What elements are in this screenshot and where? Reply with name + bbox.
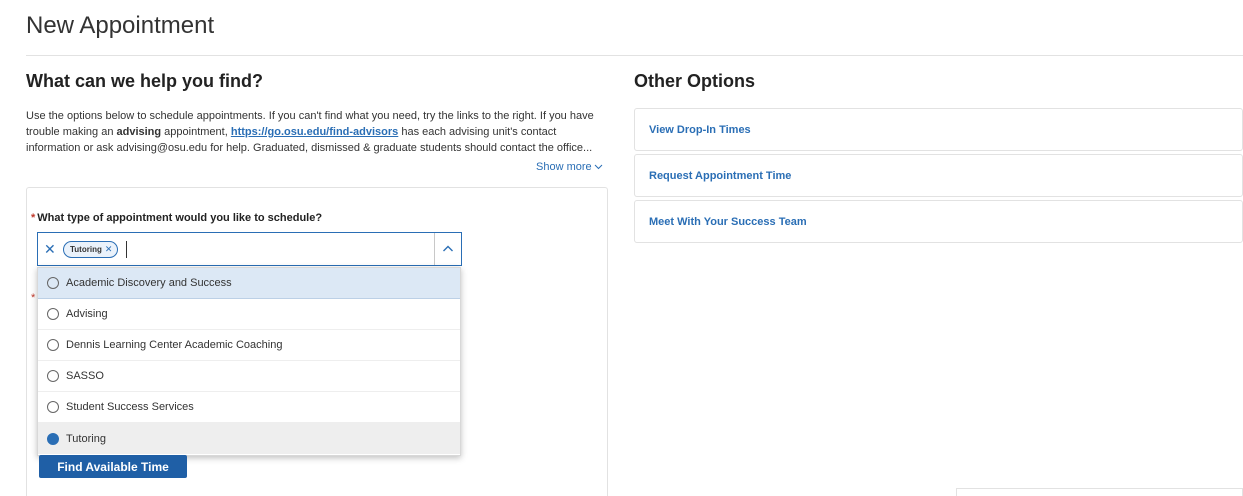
option-sasso[interactable]: SASSO xyxy=(38,361,460,392)
request-appointment-time-link[interactable]: Request Appointment Time xyxy=(634,154,1243,197)
radio-icon xyxy=(47,370,59,382)
appointment-type-dropdown: Academic Discovery and Success Advising … xyxy=(37,267,461,456)
appointment-type-select[interactable]: ✕ Tutoring ✕ xyxy=(37,232,462,266)
radio-icon xyxy=(47,277,59,289)
option-student-success-services[interactable]: Student Success Services xyxy=(38,392,460,423)
chevron-down-icon xyxy=(594,162,603,172)
meet-success-team-link[interactable]: Meet With Your Success Team xyxy=(634,200,1243,243)
radio-icon xyxy=(47,339,59,351)
option-tutoring[interactable]: Tutoring xyxy=(38,423,460,454)
option-label: Tutoring xyxy=(66,432,106,445)
option-label: Advising xyxy=(66,308,108,320)
show-more-link[interactable]: Show more xyxy=(536,161,603,173)
chip-label: Tutoring xyxy=(70,245,102,254)
option-label: Dennis Learning Center Academic Coaching xyxy=(66,339,283,351)
chip-remove-icon[interactable]: ✕ xyxy=(105,244,113,254)
show-more-label: Show more xyxy=(536,161,592,173)
help-text: Use the options below to schedule appoin… xyxy=(26,108,610,156)
option-dennis-learning-center[interactable]: Dennis Learning Center Academic Coaching xyxy=(38,330,460,361)
selected-chip[interactable]: Tutoring ✕ xyxy=(63,241,119,258)
help-text-mid: appointment, xyxy=(161,126,231,138)
option-label: SASSO xyxy=(66,370,104,382)
radio-selected-icon xyxy=(47,432,59,445)
close-icon[interactable]: ✕ xyxy=(44,241,56,258)
option-advising[interactable]: Advising xyxy=(38,299,460,330)
required-marker: * xyxy=(31,292,36,304)
appointment-type-question: What type of appointment would you like … xyxy=(37,212,323,224)
find-advisors-link[interactable]: https://go.osu.edu/find-advisors xyxy=(231,126,398,138)
option-label: Student Success Services xyxy=(66,401,194,413)
radio-icon xyxy=(47,308,59,320)
dropdown-toggle-button[interactable] xyxy=(434,233,461,265)
help-text-bold: advising xyxy=(116,126,162,138)
other-options-heading: Other Options xyxy=(634,71,755,91)
help-heading: What can we help you find? xyxy=(26,71,264,91)
appointment-type-label: * What type of appointment would you like… xyxy=(31,212,322,224)
text-cursor xyxy=(126,241,127,258)
radio-icon xyxy=(47,401,59,413)
find-available-time-button[interactable]: Find Available Time xyxy=(39,455,187,478)
required-marker: * xyxy=(31,212,36,224)
page-title: New Appointment xyxy=(26,12,215,39)
bottom-right-panel xyxy=(956,488,1243,496)
option-label: Academic Discovery and Success xyxy=(66,277,232,289)
view-drop-in-times-link[interactable]: View Drop-In Times xyxy=(634,108,1243,151)
option-academic-discovery[interactable]: Academic Discovery and Success xyxy=(38,268,460,299)
title-divider xyxy=(26,55,1243,56)
chevron-up-icon xyxy=(443,245,453,252)
